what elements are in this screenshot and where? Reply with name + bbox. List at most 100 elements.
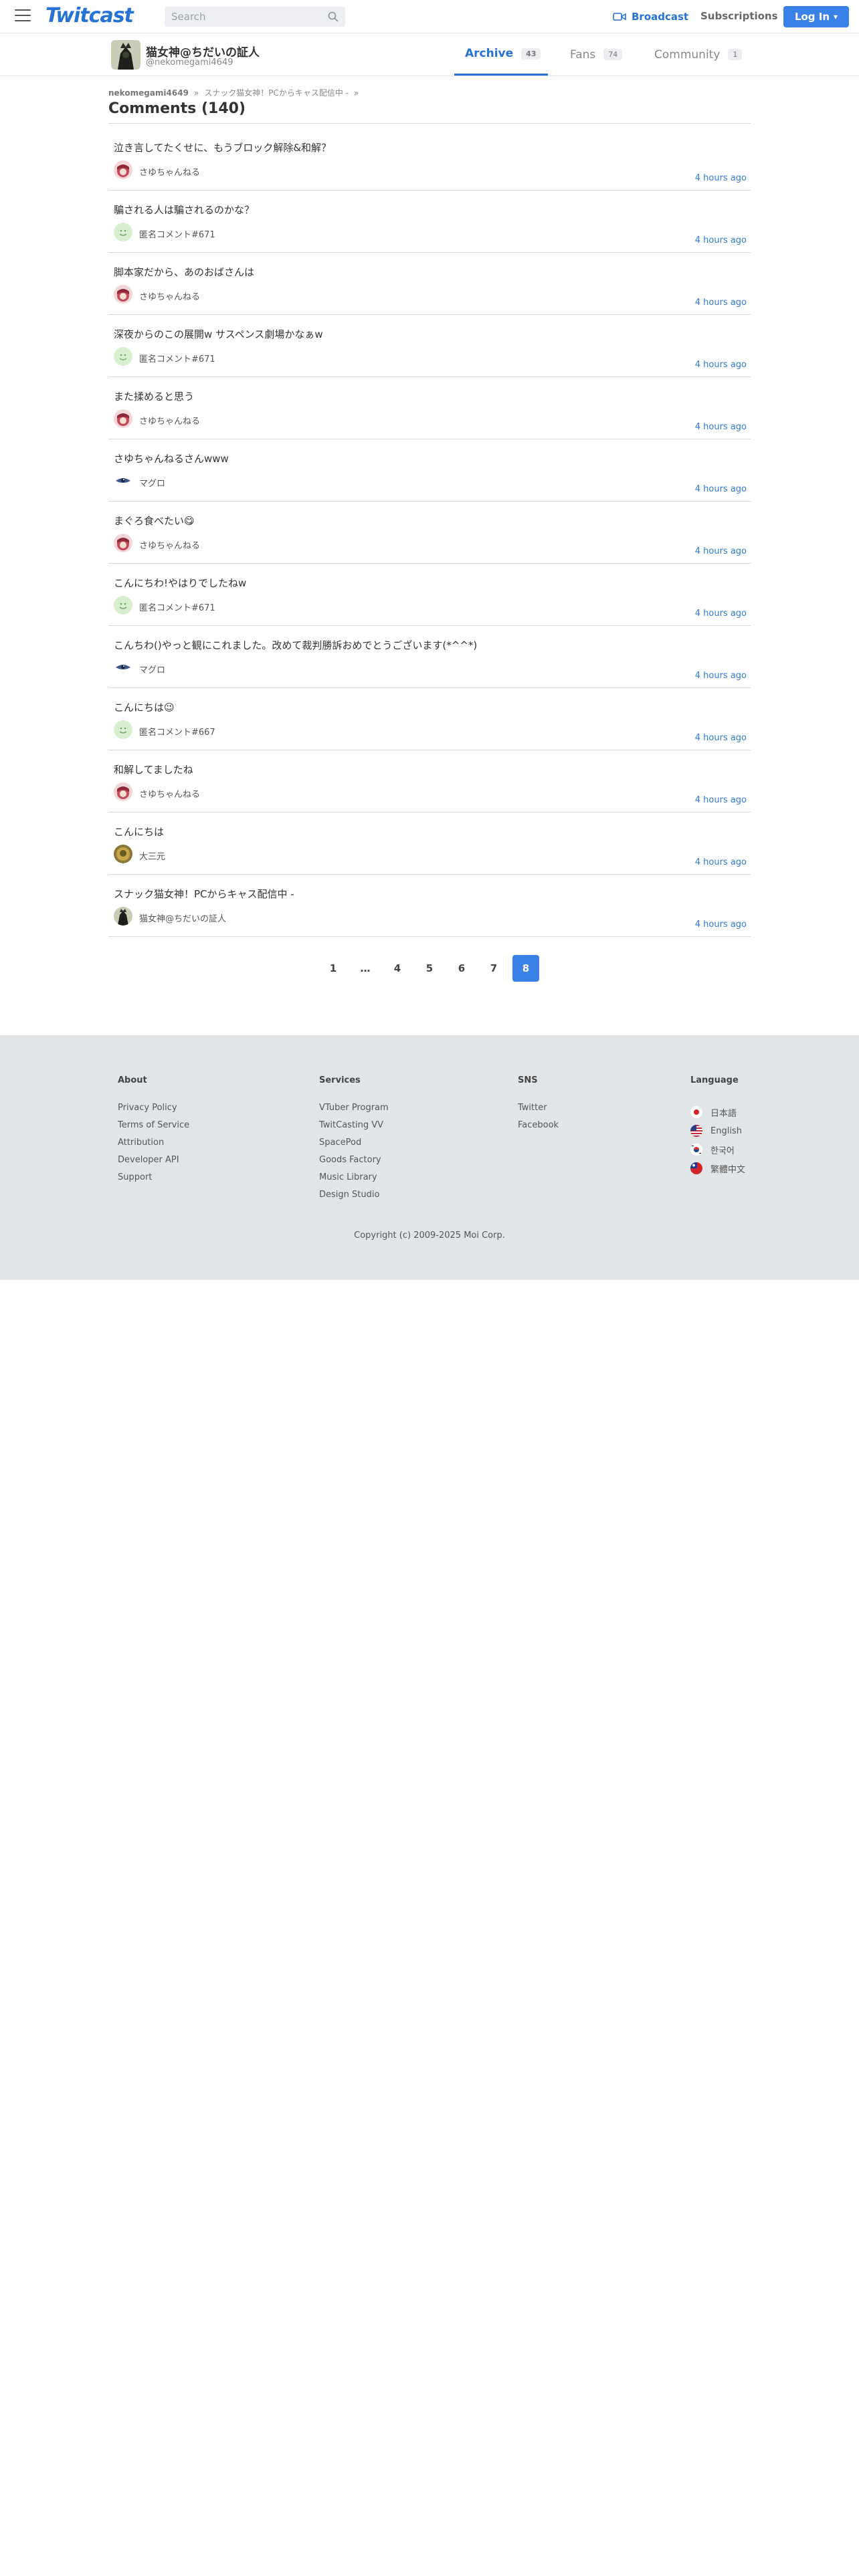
comment-avatar[interactable] xyxy=(114,347,132,366)
pagination-page-7[interactable]: 7 xyxy=(480,955,507,982)
comment-item: 泣き言してたくせに、もうブロック解除&和解？ さゆちゃんねる 4 hours ago xyxy=(108,128,751,191)
breadcrumb-user[interactable]: nekomegami4649 xyxy=(108,88,189,98)
comment-text: 騙される人は騙されるのかな？ xyxy=(114,204,255,216)
footer-link-privacy[interactable]: Privacy Policy xyxy=(118,1103,189,1120)
top-header: Twitcast Broadcast Subscriptions Log In … xyxy=(0,0,859,33)
comment-time-link[interactable]: 4 hours ago xyxy=(695,422,747,432)
comment-item: 脚本家だから、あのおばさんは さゆちゃんねる 4 hours ago xyxy=(108,253,751,315)
comment-author[interactable]: 大三元 xyxy=(139,849,165,862)
comment-author[interactable]: マグロ xyxy=(139,663,165,675)
login-button[interactable]: Log In ▾ xyxy=(783,6,849,27)
comment-avatar[interactable] xyxy=(114,160,132,179)
footer-link-spacepod[interactable]: SpacePod xyxy=(319,1138,389,1155)
site-footer: About Privacy Policy Terms of Service At… xyxy=(0,1035,859,1280)
search-box[interactable] xyxy=(165,7,345,27)
comment-time-link[interactable]: 4 hours ago xyxy=(695,857,747,867)
comment-author[interactable]: 匿名コメント#671 xyxy=(139,601,215,613)
tab-archive[interactable]: Archive 43 xyxy=(454,33,548,76)
comment-item: さゆちゃんねるさんwww マグロ 4 hours ago xyxy=(108,439,751,502)
footer-heading-about: About xyxy=(118,1075,147,1085)
comment-time-link[interactable]: 4 hours ago xyxy=(695,484,747,494)
footer-link-goods-factory[interactable]: Goods Factory xyxy=(319,1155,389,1172)
footer-link-music-library[interactable]: Music Library xyxy=(319,1172,389,1190)
comment-avatar[interactable] xyxy=(114,658,132,677)
comment-author[interactable]: さゆちゃんねる xyxy=(139,290,200,302)
comment-author[interactable]: さゆちゃんねる xyxy=(139,414,200,427)
comment-time-link[interactable]: 4 hours ago xyxy=(695,173,747,183)
comment-avatar[interactable] xyxy=(114,907,132,926)
pagination-page-5[interactable]: 5 xyxy=(416,955,443,982)
pagination-page-4[interactable]: 4 xyxy=(384,955,411,982)
pagination-page-1[interactable]: 1 xyxy=(320,955,347,982)
comment-time-link[interactable]: 4 hours ago xyxy=(695,920,747,930)
search-icon[interactable] xyxy=(328,11,339,22)
comment-avatar[interactable] xyxy=(114,782,132,801)
language-traditional-chinese[interactable]: 繁體中文 xyxy=(690,1159,745,1178)
search-input[interactable] xyxy=(171,7,318,27)
footer-link-twitter[interactable]: Twitter xyxy=(518,1103,559,1120)
comment-item: 和解してましたね さゆちゃんねる 4 hours ago xyxy=(108,750,751,813)
comment-time-link[interactable]: 4 hours ago xyxy=(695,546,747,556)
footer-link-design-studio[interactable]: Design Studio xyxy=(319,1190,389,1207)
comment-time-link[interactable]: 4 hours ago xyxy=(695,795,747,805)
comment-author[interactable]: さゆちゃんねる xyxy=(139,538,200,551)
comment-time-link[interactable]: 4 hours ago xyxy=(695,360,747,370)
kr-flag-icon xyxy=(690,1144,702,1156)
comment-avatar[interactable] xyxy=(114,285,132,304)
comment-avatar[interactable] xyxy=(114,223,132,241)
language-english[interactable]: English xyxy=(690,1121,745,1140)
footer-link-vtuber[interactable]: VTuber Program xyxy=(319,1103,389,1120)
page-title: Comments (140) xyxy=(108,100,246,117)
comment-item: 深夜からのこの展開w サスペンス劇場かなぁw 匿名コメント#671 4 hours … xyxy=(108,315,751,377)
site-logo[interactable]: Twitcast xyxy=(45,4,134,27)
footer-link-facebook[interactable]: Facebook xyxy=(518,1120,559,1138)
us-flag-icon xyxy=(690,1125,702,1137)
comment-avatar[interactable] xyxy=(114,534,132,552)
footer-link-terms[interactable]: Terms of Service xyxy=(118,1120,189,1138)
comment-avatar[interactable] xyxy=(114,720,132,739)
footer-link-support[interactable]: Support xyxy=(118,1172,189,1190)
footer-link-twitcasting-vv[interactable]: TwitCasting VV xyxy=(319,1120,389,1138)
comment-author[interactable]: 匿名コメント#667 xyxy=(139,725,215,738)
comment-avatar[interactable] xyxy=(114,471,132,490)
pagination-page-8[interactable]: 8 xyxy=(512,955,539,982)
comment-author[interactable]: マグロ xyxy=(139,476,165,489)
tab-fans[interactable]: Fans 74 xyxy=(559,33,640,76)
footer-col-services: Services VTuber Program TwitCasting VV S… xyxy=(319,1075,389,1207)
comment-text: スナック猫女神！PCからキャス配信中 - xyxy=(114,888,294,900)
comment-author[interactable]: 匿名コメント#671 xyxy=(139,227,215,240)
language-korean[interactable]: 한국어 xyxy=(690,1140,745,1159)
comment-avatar[interactable] xyxy=(114,845,132,863)
subscriptions-link[interactable]: Subscriptions xyxy=(700,10,778,22)
comment-time-link[interactable]: 4 hours ago xyxy=(695,609,747,619)
comment-time-link[interactable]: 4 hours ago xyxy=(695,235,747,245)
comment-author[interactable]: 匿名コメント#671 xyxy=(139,352,215,364)
comment-text: こんにちは xyxy=(114,826,165,838)
copyright: Copyright (c) 2009-2025 Moi Corp. xyxy=(354,1230,505,1241)
tab-archive-label: Archive xyxy=(465,47,514,60)
comment-avatar[interactable] xyxy=(114,596,132,615)
profile-avatar[interactable] xyxy=(111,40,140,70)
language-japanese[interactable]: 日本語 xyxy=(690,1103,745,1121)
footer-link-attribution[interactable]: Attribution xyxy=(118,1138,189,1155)
jp-flag-icon xyxy=(690,1106,702,1118)
profile-id: @nekomegami4649 xyxy=(146,58,233,68)
comment-author[interactable]: 猫女神@ちだいの証人 xyxy=(139,911,226,924)
comment-time-link[interactable]: 4 hours ago xyxy=(695,671,747,681)
comment-time-link[interactable]: 4 hours ago xyxy=(695,298,747,308)
breadcrumb-live[interactable]: スナック猫女神！PCからキャス配信中 - xyxy=(204,87,349,98)
footer-heading-language: Language xyxy=(690,1075,739,1085)
pagination-page-6[interactable]: 6 xyxy=(448,955,475,982)
comment-text: こんにちわ!やはりでしたねw xyxy=(114,577,247,589)
language-japanese-label: 日本語 xyxy=(710,1108,737,1119)
comment-avatar[interactable] xyxy=(114,409,132,428)
login-label: Log In xyxy=(794,11,830,23)
comment-author[interactable]: さゆちゃんねる xyxy=(139,165,200,178)
tab-community-label: Community xyxy=(654,47,721,62)
tab-community[interactable]: Community 1 xyxy=(644,33,751,76)
comment-time-link[interactable]: 4 hours ago xyxy=(695,733,747,743)
menu-icon[interactable] xyxy=(15,9,31,23)
footer-link-developer-api[interactable]: Developer API xyxy=(118,1155,189,1172)
comment-author[interactable]: さゆちゃんねる xyxy=(139,787,200,800)
broadcast-button[interactable]: Broadcast xyxy=(613,9,688,24)
